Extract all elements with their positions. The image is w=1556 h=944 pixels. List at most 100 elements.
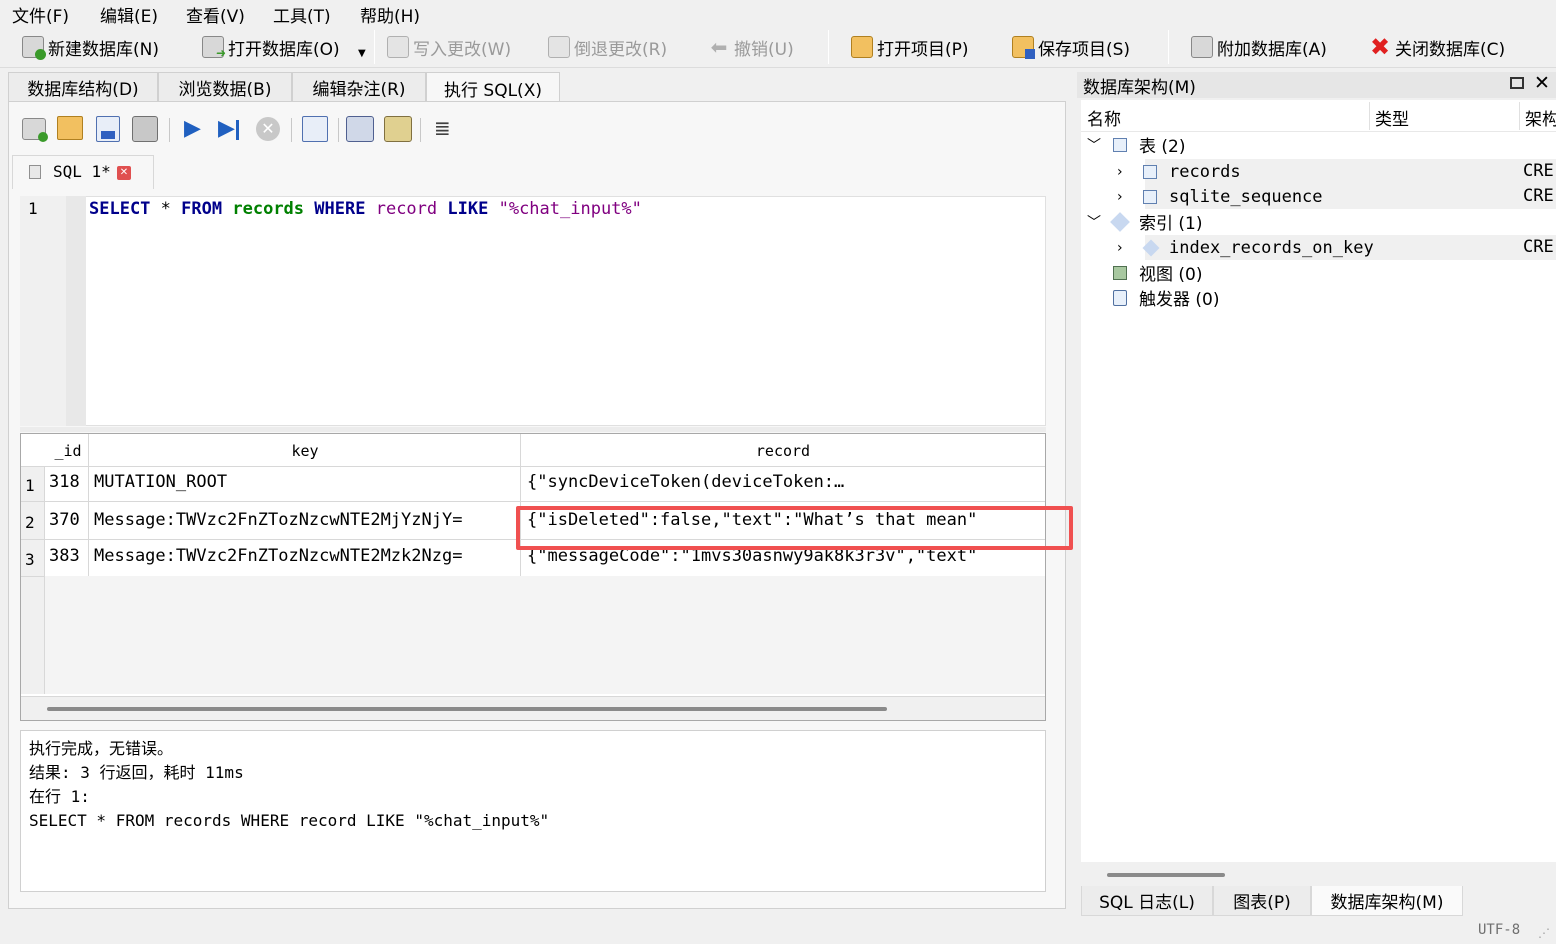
row-number[interactable]: 2 <box>25 513 35 532</box>
header-divider <box>1519 102 1520 130</box>
schema-horizontal-scrollbar[interactable] <box>1081 862 1556 884</box>
table-cell-record[interactable]: {"syncDeviceToken(deviceToken:… <box>527 472 1043 492</box>
save-results-icon[interactable] <box>302 116 328 142</box>
tree-item-records[interactable]: › records <box>1117 159 1241 184</box>
grid-line <box>88 434 89 576</box>
tab-database-structure[interactable]: 数据库结构(D) <box>8 72 158 102</box>
find-icon[interactable] <box>346 116 374 142</box>
tree-node-indexes[interactable]: ﹀ 索引 (1) <box>1087 209 1202 234</box>
row-number[interactable]: 1 <box>25 476 35 495</box>
tab-label: 数据库架构(M) <box>1330 893 1444 913</box>
revert-changes-button[interactable]: 倒退更改(R) <box>548 32 667 62</box>
message-line: SELECT * FROM records WHERE record LIKE … <box>29 811 550 830</box>
close-database-button[interactable]: ✖ 关闭数据库(C) <box>1369 32 1505 62</box>
open-project-button[interactable]: 打开项目(P) <box>851 32 969 62</box>
tree-item-sqlite-sequence[interactable]: › sqlite_sequence <box>1117 184 1323 209</box>
undo-button[interactable]: ⬅ 撤销(U) <box>708 32 794 62</box>
tab-label: 浏览数据(B) <box>178 80 272 100</box>
sql-table-name: records <box>232 199 305 219</box>
tab-label: 执行 SQL(X) <box>444 80 542 101</box>
sql-string-literal: "%chat_input%" <box>498 199 642 219</box>
separator <box>169 118 170 142</box>
attach-database-label: 附加数据库(A) <box>1217 39 1327 60</box>
table-cell-id[interactable]: 318 <box>49 472 80 492</box>
tab-sql-log[interactable]: SQL 日志(L) <box>1081 886 1213 916</box>
column-header-record[interactable]: record <box>521 442 1045 460</box>
attach-database-icon <box>1191 36 1213 58</box>
tree-node-label: 表 (2) <box>1139 137 1186 157</box>
column-header-key[interactable]: key <box>89 442 521 460</box>
tree-header-type[interactable]: 类型 <box>1375 105 1409 130</box>
tree-header-schema[interactable]: 架构 <box>1525 105 1556 130</box>
separator <box>291 118 292 142</box>
chevron-down-icon[interactable]: ﹀ <box>1087 212 1109 232</box>
chevron-right-icon[interactable]: › <box>1117 240 1139 256</box>
index-tag-icon <box>1110 211 1130 232</box>
row-number[interactable]: 3 <box>25 550 35 569</box>
open-database-button[interactable]: ➜ 打开数据库(O) <box>202 32 340 62</box>
execute-all-icon[interactable]: ▶ <box>184 116 201 141</box>
tree-node-tables[interactable]: ﹀ 表 (2) <box>1087 132 1185 157</box>
grid-line <box>520 434 521 576</box>
tree-node-views[interactable]: 视图 (0) <box>1109 260 1202 285</box>
save-project-button[interactable]: 保存项目(S) <box>1012 32 1130 62</box>
open-sql-file-icon[interactable] <box>57 116 83 140</box>
table-cell-key[interactable]: Message:TWVzc2FnZTozNzcwNTE2Mzk2Nzg= <box>94 546 518 566</box>
chevron-right-icon[interactable]: › <box>1117 189 1139 205</box>
open-database-label: 打开数据库(O) <box>228 39 340 60</box>
menu-help[interactable]: 帮助(H) <box>360 2 420 27</box>
sql-keyword: LIKE <box>447 199 489 219</box>
new-database-label: 新建数据库(N) <box>48 39 159 60</box>
close-red-x-icon: ✖ <box>1369 33 1391 61</box>
comment-lines-icon[interactable]: ≣ <box>434 116 451 140</box>
menu-tools[interactable]: 工具(T) <box>273 2 331 27</box>
tab-browse-data[interactable]: 浏览数据(B) <box>158 72 292 102</box>
column-header-id[interactable]: _id <box>47 442 89 460</box>
sql-editor[interactable] <box>20 196 1046 426</box>
stop-execution-icon[interactable]: ✕ <box>256 117 280 141</box>
menu-edit[interactable]: 编辑(E) <box>100 2 158 27</box>
write-changes-button[interactable]: 写入更改(W) <box>387 32 511 62</box>
tree-node-triggers[interactable]: 触发器 (0) <box>1109 285 1219 310</box>
menu-file[interactable]: 文件(F) <box>12 2 69 27</box>
attach-database-button[interactable]: 附加数据库(A) <box>1191 32 1327 62</box>
horizontal-scrollbar[interactable] <box>21 696 1045 720</box>
tab-plot[interactable]: 图表(P) <box>1213 886 1311 916</box>
close-tab-icon[interactable]: ✕ <box>117 166 131 180</box>
open-database-icon: ➜ <box>202 36 226 59</box>
tab-edit-pragmas[interactable]: 编辑杂注(R) <box>292 72 426 102</box>
open-tab-icon[interactable] <box>22 118 48 142</box>
scrollbar-thumb[interactable] <box>47 707 887 711</box>
editor-results-splitter[interactable] <box>20 427 1046 432</box>
float-dock-icon[interactable] <box>1510 77 1524 89</box>
chevron-right-icon[interactable]: › <box>1117 164 1139 180</box>
table-cell-key[interactable]: MUTATION_ROOT <box>94 472 518 492</box>
new-database-button[interactable]: 新建数据库(N) <box>22 32 159 62</box>
scrollbar-thumb[interactable] <box>1107 873 1225 877</box>
save-sql-file-icon[interactable] <box>96 116 120 142</box>
tree-node-label: 触发器 (0) <box>1139 290 1220 310</box>
write-changes-label: 写入更改(W) <box>413 39 512 60</box>
sql-editor-tab[interactable]: SQL 1* ✕ <box>12 155 154 189</box>
chevron-down-icon[interactable]: ﹀ <box>1087 135 1109 155</box>
print-icon[interactable] <box>132 116 158 142</box>
tree-item-index[interactable]: › index_records_on_key <box>1117 235 1374 260</box>
tree-header-name[interactable]: 名称 <box>1087 105 1121 130</box>
save-project-label: 保存项目(S) <box>1038 39 1131 60</box>
tree-item-label: sqlite_sequence <box>1169 186 1323 207</box>
table-icon <box>1113 137 1127 152</box>
table-cell-key[interactable]: Message:TWVzc2FnZTozNzcwNTE2MjYzNjY= <box>94 510 518 530</box>
close-dock-icon[interactable]: ✕ <box>1534 72 1550 94</box>
tab-database-schema[interactable]: 数据库架构(M) <box>1311 886 1463 916</box>
trigger-icon <box>1113 289 1127 306</box>
execute-current-line-icon[interactable]: ▶ <box>218 116 239 141</box>
dropdown-arrow-icon[interactable]: ▼ <box>358 48 366 59</box>
table-cell-id[interactable]: 383 <box>49 546 80 566</box>
find-replace-icon[interactable] <box>384 116 412 142</box>
menu-view[interactable]: 查看(V) <box>186 2 245 27</box>
resize-grip-icon[interactable]: ⋰ <box>1538 926 1550 940</box>
message-line: 在行 1: <box>29 787 90 806</box>
table-cell-id[interactable]: 370 <box>49 510 80 530</box>
tab-execute-sql[interactable]: 执行 SQL(X) <box>426 72 560 103</box>
grid-line <box>21 501 1045 502</box>
